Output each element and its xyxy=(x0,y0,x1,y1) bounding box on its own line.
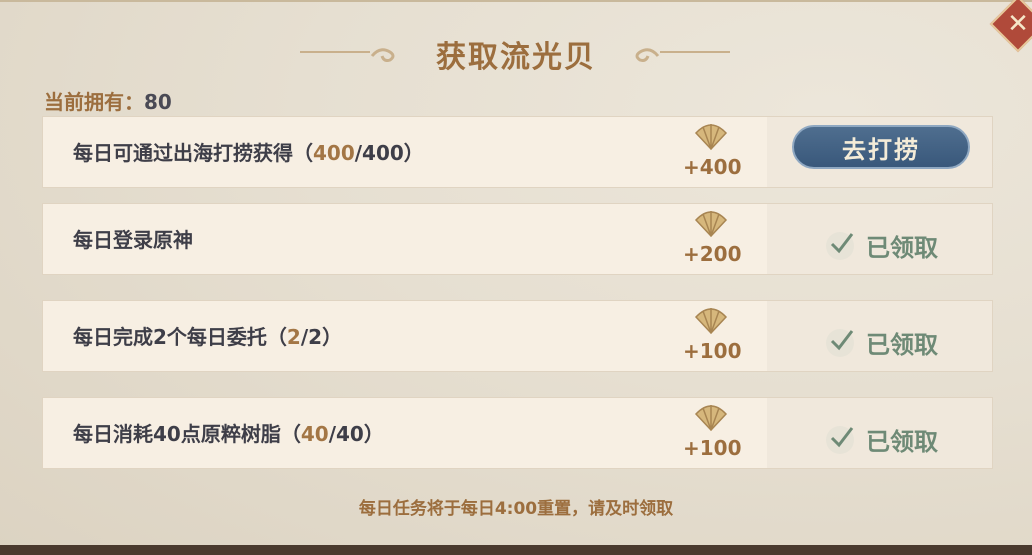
claimed-status: 已领取 xyxy=(826,228,938,263)
check-icon xyxy=(826,328,854,357)
shell-icon xyxy=(694,211,728,238)
reset-notice: 每日任务将于每日4:00重置，请及时领取 xyxy=(358,499,674,519)
task-row: 每日可通过出海打捞获得（400/400） +400 去打捞 xyxy=(42,116,993,188)
reward-amount: +400 xyxy=(683,155,742,179)
shell-icon xyxy=(694,308,728,335)
task-description: 每日可通过出海打捞获得（400/400） xyxy=(73,141,424,165)
owned-count: 当前拥有：80 xyxy=(44,86,172,115)
task-description: 每日登录原神 xyxy=(73,228,193,252)
task-description: 每日完成2个每日委托（2/2） xyxy=(73,325,343,349)
shell-icon xyxy=(694,405,728,432)
reward-amount: +200 xyxy=(683,242,742,266)
reward-amount: +100 xyxy=(683,339,742,363)
claimed-status: 已领取 xyxy=(826,325,938,360)
task-row: 每日完成2个每日委托（2/2） +100 已领取 xyxy=(42,300,993,372)
task-description: 每日消耗40点原粹树脂（40/40） xyxy=(73,422,384,446)
task-row: 每日消耗40点原粹树脂（40/40） +100 已领取 xyxy=(42,397,993,469)
owned-value: 80 xyxy=(144,90,172,114)
dialog-title: 获取流光贝 xyxy=(436,40,596,75)
cloud-ornament-right-icon xyxy=(635,48,730,62)
close-icon: ✕ xyxy=(1007,9,1029,39)
shell-icon xyxy=(694,124,728,151)
claimed-status: 已领取 xyxy=(826,422,938,457)
dialog-panel: 获取流光贝 ✕ 当前拥有：80 每日可通过出海打捞获得（400/400） +40… xyxy=(0,0,1032,555)
check-icon xyxy=(826,231,854,260)
task-row: 每日登录原神 +200 已领取 xyxy=(42,203,993,275)
check-icon xyxy=(826,425,854,454)
reward-amount: +100 xyxy=(683,436,742,460)
go-salvage-button[interactable]: 去打捞 xyxy=(792,125,970,169)
owned-label: 当前拥有： xyxy=(44,90,144,114)
